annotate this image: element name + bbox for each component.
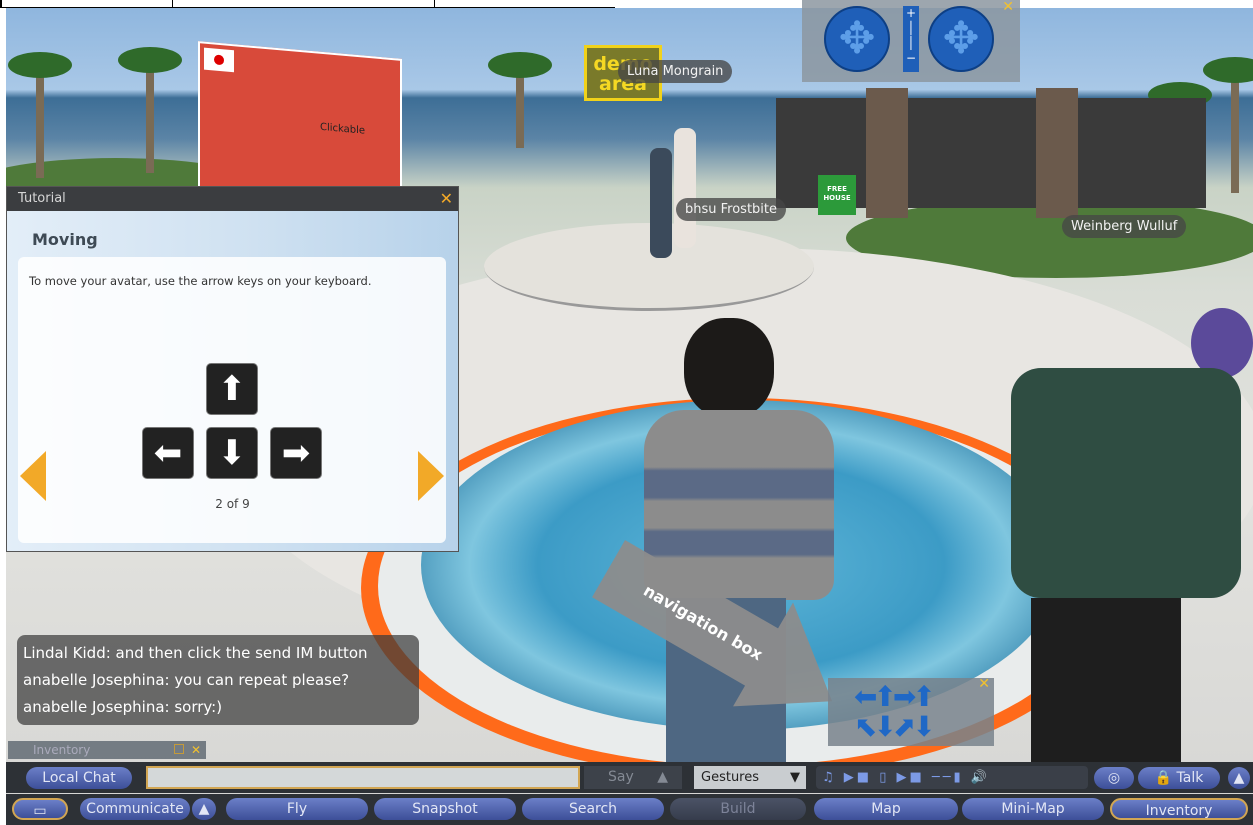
chat-line: Lindal Kidd: and then click the send IM … <box>23 644 368 662</box>
free-house-sign[interactable]: FREE HOUSE <box>818 175 856 215</box>
talk-button[interactable]: 🔒 Talk <box>1138 767 1220 789</box>
orbit-control-icon[interactable]: ✥ <box>824 6 890 72</box>
arrow-down-key-icon: ⬇ <box>206 427 258 479</box>
arrow-right-key-icon: ➡ <box>270 427 322 479</box>
avatar-distant[interactable] <box>642 128 702 258</box>
palm-tree <box>8 52 72 178</box>
chat-history-icon[interactable]: ▭ <box>12 798 68 820</box>
tutorial-pager: 2 of 9 <box>215 497 250 511</box>
chat-bar: Local Chat Say ▲ Gestures ▼ ♫ ▶■ ▯ ▶■ ──… <box>6 762 1253 793</box>
media-controls[interactable]: ♫ ▶■ ▯ ▶■ ──▮ 🔊 <box>816 766 1088 789</box>
chat-history: Lindal Kidd: and then click the send IM … <box>17 635 419 725</box>
top-strip-divider <box>434 0 435 8</box>
say-button[interactable]: Say ▲ <box>584 766 682 789</box>
close-icon[interactable]: ✕ <box>191 741 201 759</box>
close-icon[interactable]: ✕ <box>978 676 990 692</box>
navigation-box-callout: navigation box <box>596 558 856 678</box>
top-strip <box>0 0 615 8</box>
search-button[interactable]: Search <box>522 798 664 820</box>
communicate-button[interactable]: Communicate <box>80 798 190 820</box>
movement-arrows-icon[interactable]: ⬅⬆➡⬆ ⬉⬇⬈⬇ <box>854 682 936 742</box>
fly-button[interactable]: Fly <box>226 798 368 820</box>
avatar-nametag: Luna Mongrain <box>618 60 733 83</box>
build-button[interactable]: Build <box>670 798 806 820</box>
tutorial-title: Tutorial <box>18 191 66 206</box>
close-icon[interactable]: ✕ <box>1002 0 1014 15</box>
inventory-mini-title: Inventory <box>33 743 91 757</box>
tutorial-titlebar[interactable]: Tutorial ✕ <box>7 187 458 211</box>
restore-icon[interactable] <box>174 744 184 754</box>
chevron-up-icon[interactable]: ▲ <box>1228 767 1250 789</box>
arrow-left-key-icon: ⬅ <box>142 427 194 479</box>
palm-tree <box>1203 57 1253 193</box>
minimap-button[interactable]: Mini-Map <box>962 798 1104 820</box>
chevron-down-icon: ▼ <box>790 770 800 785</box>
map-button[interactable]: Map <box>814 798 958 820</box>
talk-label: Talk <box>1176 770 1204 786</box>
next-page-icon[interactable] <box>418 451 444 501</box>
previous-page-icon[interactable] <box>20 451 46 501</box>
snapshot-button[interactable]: Snapshot <box>374 798 516 820</box>
say-label: Say <box>608 769 634 785</box>
chevron-up-icon[interactable]: ▲ <box>657 766 668 789</box>
tutorial-body: Moving To move your avatar, use the arro… <box>7 211 458 551</box>
movement-controls: ⬅⬆➡⬆ ⬉⬇⬈⬇ ✕ <box>828 676 994 746</box>
gestures-label: Gestures <box>701 770 760 785</box>
avatar-nametag: Weinberg Wulluf <box>1062 215 1187 238</box>
billboard-label: Clickable <box>320 121 366 137</box>
tutorial-window: Tutorial ✕ Moving To move your avatar, u… <box>6 186 459 552</box>
lock-icon: 🔒 <box>1154 770 1173 786</box>
zoom-slider[interactable]: + │ │ − <box>903 6 919 72</box>
palm-tree <box>118 47 182 173</box>
chat-input[interactable] <box>146 766 580 789</box>
inventory-minimized[interactable]: Inventory ✕ <box>8 741 206 759</box>
chat-line: anabelle Josephina: sorry:) <box>23 698 223 716</box>
tutorial-heading: Moving <box>32 230 98 249</box>
local-chat-button[interactable]: Local Chat <box>26 767 132 789</box>
tutorial-message: To move your avatar, use the arrow keys … <box>29 274 372 288</box>
avatar-right[interactable] <box>991 308 1253 778</box>
avatar-main[interactable] <box>636 318 836 778</box>
chevron-up-icon[interactable]: ▲ <box>192 798 216 820</box>
arrow-up-key-icon: ⬆ <box>206 363 258 415</box>
inventory-button[interactable]: Inventory <box>1110 798 1248 820</box>
pan-control-icon[interactable]: ✥ <box>928 6 994 72</box>
main-toolbar: ▭ Communicate ▲ Fly Snapshot Search Buil… <box>6 794 1253 825</box>
chat-line: anabelle Josephina: you can repeat pleas… <box>23 671 350 689</box>
avatar-nametag: bhsu Frostbite <box>676 198 787 221</box>
close-icon[interactable]: ✕ <box>440 187 453 211</box>
palm-tree <box>488 52 552 148</box>
top-strip-divider <box>172 0 173 8</box>
voice-icon[interactable]: ◎ <box>1094 767 1134 789</box>
camera-controls: ✥ + │ │ − ✥ ✕ <box>802 0 1020 82</box>
gestures-dropdown[interactable]: Gestures ▼ <box>694 766 806 789</box>
